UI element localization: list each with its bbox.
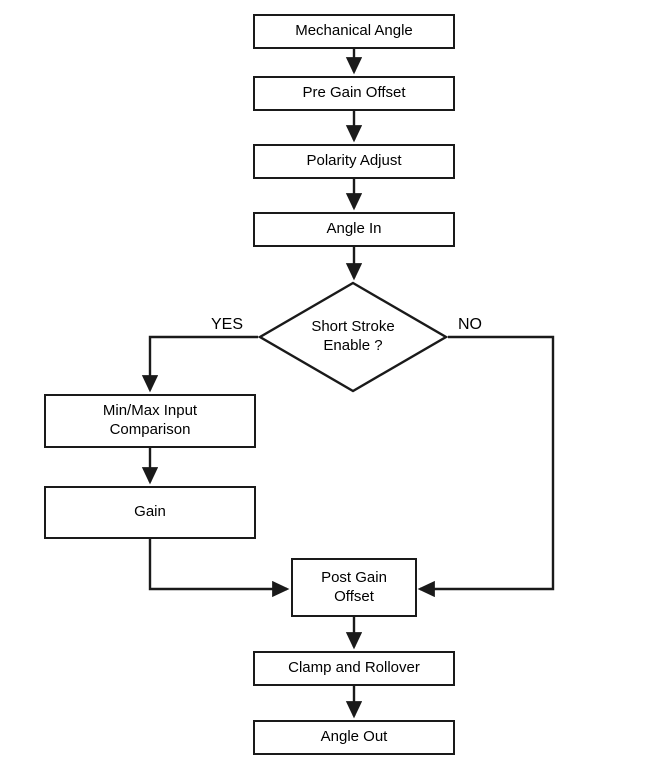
node-short-stroke-enable-label: Short Stroke Enable ?	[311, 318, 395, 354]
node-min-max-input-comparison[interactable]: Min/Max Input Comparison	[44, 394, 256, 448]
node-mechanical-angle[interactable]: Mechanical Angle	[253, 14, 455, 49]
node-short-stroke-enable[interactable]: Short Stroke Enable ?	[257, 281, 449, 393]
node-pre-gain-offset[interactable]: Pre Gain Offset	[253, 76, 455, 111]
node-clamp-and-rollover-label: Clamp and Rollover	[288, 659, 420, 677]
edge-label-yes: YES	[211, 316, 244, 333]
node-angle-out[interactable]: Angle Out	[253, 720, 455, 755]
node-gain[interactable]: Gain	[44, 486, 256, 539]
node-polarity-adjust[interactable]: Polarity Adjust	[253, 144, 455, 179]
node-angle-in-label: Angle In	[326, 220, 382, 238]
node-mechanical-angle-label: Mechanical Angle	[295, 22, 413, 40]
node-pre-gain-offset-label: Pre Gain Offset	[302, 84, 406, 102]
node-post-gain-offset[interactable]: Post Gain Offset	[291, 558, 417, 617]
connector-decision-yes-to-minmax	[141, 335, 258, 393]
node-angle-out-label: Angle Out	[320, 728, 388, 746]
flowchart-canvas: Mechanical Angle Pre Gain Offset Polarit…	[0, 0, 650, 770]
node-post-gain-offset-label: Post Gain Offset	[321, 568, 387, 605]
node-gain-label: Gain	[134, 503, 166, 521]
node-min-max-input-comparison-label: Min/Max Input Comparison	[102, 402, 198, 438]
connector-gain-to-postgain	[148, 539, 290, 598]
node-angle-in[interactable]: Angle In	[253, 212, 455, 247]
node-clamp-and-rollover[interactable]: Clamp and Rollover	[253, 651, 455, 686]
node-polarity-adjust-label: Polarity Adjust	[306, 152, 402, 170]
edge-label-no: NO	[458, 316, 482, 333]
